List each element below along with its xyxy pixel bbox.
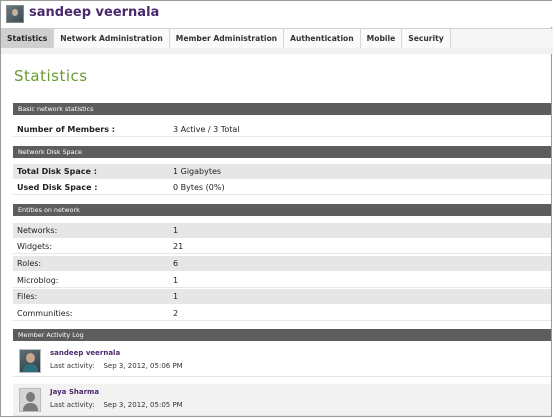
stat-value: 1 [173, 292, 179, 301]
stat-value: 3 Active / 3 Total [173, 125, 240, 134]
last-activity-line: Last activity: Sep 3, 2012, 05:05 PM [50, 401, 183, 409]
admin-tabs: Statistics Network Administration Member… [1, 28, 553, 49]
admin-window: sandeep veernala Statistics Network Admi… [0, 0, 553, 417]
last-activity-label: Last activity: [50, 362, 95, 370]
stat-label: Roles: [17, 259, 42, 268]
stat-value: 2 [173, 309, 179, 318]
page-title: Statistics [14, 67, 88, 85]
username-link[interactable]: sandeep veernala [29, 4, 159, 22]
top-bar: sandeep veernala [1, 1, 553, 27]
stat-row-members: Number of Members : 3 Active / 3 Total [13, 122, 551, 137]
section-header-disk: Network Disk Space [13, 146, 551, 158]
stat-row-used-disk: Used Disk Space : 0 Bytes (0%) [13, 180, 551, 195]
stat-label: Number of Members : [17, 125, 115, 134]
stat-value: 0 Bytes (0%) [173, 183, 225, 192]
content-divider [1, 48, 553, 54]
user-avatar[interactable] [6, 5, 24, 23]
stat-row-networks: Networks: 1 [13, 223, 551, 238]
section-header-entities: Entities on network [13, 204, 551, 216]
member-name-link[interactable]: sandeep veernala [50, 349, 120, 357]
last-activity-time: Sep 3, 2012, 05:05 PM [103, 401, 183, 409]
stat-label: Microblog: [17, 276, 59, 285]
last-activity-time: Sep 3, 2012, 05:06 PM [103, 362, 183, 370]
stat-label: Networks: [17, 226, 58, 235]
activity-item: Jaya Sharma Last activity: Sep 3, 2012, 0… [13, 384, 551, 416]
tab-network-administration[interactable]: Network Administration [54, 29, 170, 48]
stat-row-communities: Communities: 2 [13, 306, 551, 321]
section-header-basic: Basic network statistics [13, 103, 551, 115]
tab-mobile[interactable]: Mobile [360, 29, 403, 48]
last-activity-label: Last activity: [50, 401, 95, 409]
stat-label: Widgets: [17, 242, 53, 251]
stat-value: 1 Gigabytes [173, 167, 222, 176]
tab-security[interactable]: Security [402, 29, 451, 48]
stat-value: 1 [173, 276, 179, 285]
tab-authentication[interactable]: Authentication [284, 29, 361, 48]
stat-value: 21 [173, 242, 184, 251]
stat-value: 1 [173, 226, 179, 235]
stat-label: Used Disk Space : [17, 183, 98, 192]
stat-label: Files: [17, 292, 38, 301]
stat-row-files: Files: 1 [13, 289, 551, 304]
tab-statistics[interactable]: Statistics [1, 29, 55, 48]
member-name-link[interactable]: Jaya Sharma [50, 388, 99, 396]
member-avatar[interactable] [19, 349, 41, 373]
stat-row-microblog: Microblog: 1 [13, 273, 551, 288]
stat-label: Total Disk Space : [17, 167, 97, 176]
section-header-activity: Member Activity Log [13, 329, 551, 341]
last-activity-line: Last activity: Sep 3, 2012, 05:06 PM [50, 362, 183, 370]
stat-row-widgets: Widgets: 21 [13, 239, 551, 254]
stat-value: 6 [173, 259, 179, 268]
stat-row-total-disk: Total Disk Space : 1 Gigabytes [13, 164, 551, 179]
activity-item: sandeep veernala Last activity: Sep 3, 20… [13, 345, 551, 377]
stat-row-roles: Roles: 6 [13, 256, 551, 271]
member-avatar[interactable] [19, 388, 41, 412]
stat-label: Communities: [17, 309, 73, 318]
tab-member-administration[interactable]: Member Administration [169, 29, 285, 48]
